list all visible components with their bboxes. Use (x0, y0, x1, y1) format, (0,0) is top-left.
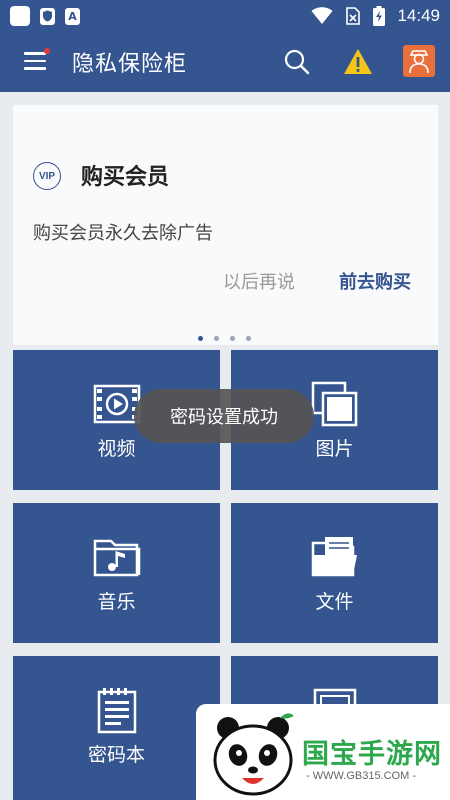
watermark-text: 国宝手游网 (302, 739, 442, 770)
battery-charging-icon (373, 6, 386, 26)
buy-button[interactable]: 前去购买 (339, 268, 411, 294)
notepad-icon (97, 688, 137, 734)
wifi-icon (311, 7, 333, 24)
tile-label: 文件 (315, 591, 354, 613)
menu-icon[interactable] (24, 48, 50, 70)
toast-message: 密码设置成功 (134, 389, 314, 443)
carousel-indicator (198, 336, 251, 341)
carousel-dot[interactable] (198, 336, 203, 341)
warning-icon[interactable] (342, 46, 374, 78)
avatar-icon[interactable] (403, 45, 435, 77)
vip-badge-icon: VIP (33, 162, 61, 190)
app-bar: 隐私保险柜 (0, 32, 450, 92)
app-notification-icon (10, 6, 30, 26)
shield-icon (40, 7, 55, 25)
carousel-dot[interactable] (230, 336, 235, 341)
watermark-url: - WWW.GB315.COM - (306, 770, 416, 782)
vip-card-description: 购买会员永久去除广告 (33, 223, 213, 244)
tile-password-book[interactable]: 密码本 (13, 656, 220, 800)
app-title: 隐私保险柜 (72, 52, 188, 77)
panda-logo-icon (213, 713, 294, 796)
tile-label: 密码本 (87, 744, 145, 766)
tile-music[interactable]: 音乐 (13, 503, 220, 643)
a-icon: A (65, 7, 80, 25)
tile-file[interactable]: 文件 (231, 503, 438, 643)
search-icon[interactable] (283, 48, 311, 76)
carousel-dot[interactable] (214, 336, 219, 341)
vip-card-title: 购买会员 (81, 165, 170, 190)
later-button[interactable]: 以后再说 (223, 268, 295, 294)
carousel-dot[interactable] (246, 336, 251, 341)
folder-icon (311, 537, 357, 577)
status-time: 14:49 (397, 6, 440, 25)
vip-promo-card: VIP 购买会员 购买会员永久去除广告 以后再说 前去购买 (13, 105, 438, 345)
watermark-overlay: 国宝手游网 - WWW.GB315.COM - (196, 704, 450, 800)
notification-dot (44, 48, 50, 54)
music-icon (93, 539, 141, 577)
image-icon (311, 381, 358, 427)
no-sim-icon (346, 7, 361, 25)
tile-label: 音乐 (97, 591, 136, 613)
status-bar: A 14:49 (0, 0, 450, 32)
